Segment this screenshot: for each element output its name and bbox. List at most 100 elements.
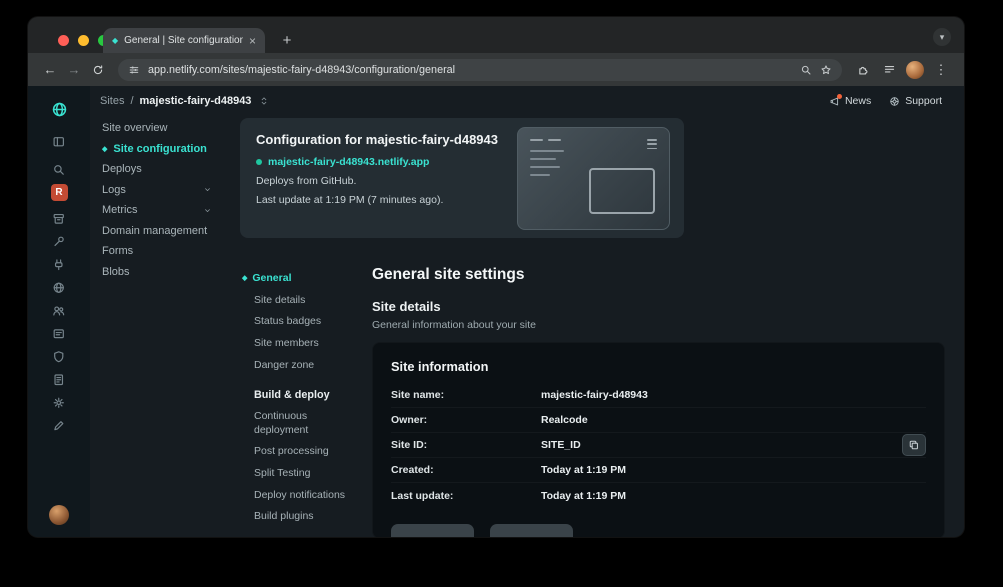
subnav-item-status-badges[interactable]: Status badges (240, 311, 368, 333)
search-icon[interactable] (52, 156, 66, 184)
subnav-item-site-details[interactable]: Site details (240, 290, 368, 312)
browser-toolbar: ← → app.netlify.com/sites/majestic-fairy… (28, 53, 964, 86)
forms-card-icon[interactable] (52, 326, 66, 341)
browser-tab[interactable]: ◆ General | Site configuration | × (103, 28, 265, 53)
rail-mid-group (52, 211, 66, 433)
domain-globe-icon[interactable] (52, 280, 66, 295)
team-badge[interactable]: R (50, 184, 68, 201)
illustration-menu-icon (647, 139, 657, 150)
sidebar-item-label: Logs (102, 183, 126, 196)
news-label: News (844, 95, 872, 107)
bookmark-star-icon[interactable] (820, 64, 832, 76)
zoom-icon[interactable] (800, 64, 812, 76)
sidebar-item-label: Site configuration (113, 142, 207, 155)
info-row-site-id: Site ID: SITE_ID (391, 433, 926, 458)
sidebar-item-label: Site overview (102, 122, 168, 135)
info-row-label: Last update: (391, 489, 454, 502)
breadcrumb-site-name[interactable]: majestic-fairy-d48943 (140, 95, 252, 107)
sidebar-item-domain-management[interactable]: Domain management (102, 221, 230, 242)
subnav-item-post-processing[interactable]: Post processing (240, 441, 368, 463)
info-row-last-update: Last update: Today at 1:19 PM (391, 483, 926, 508)
reload-button[interactable] (86, 64, 110, 76)
sidebar-item-site-configuration[interactable]: ◆ Site configuration (102, 139, 230, 160)
subnav-item-split-testing[interactable]: Split Testing (240, 463, 368, 485)
reading-list-icon[interactable] (876, 63, 902, 76)
user-avatar[interactable] (49, 505, 69, 525)
minimize-window-button[interactable] (78, 35, 89, 46)
sidebar-item-blobs[interactable]: Blobs (102, 262, 230, 283)
tab-title: General | Site configuration | (124, 35, 243, 46)
close-window-button[interactable] (58, 35, 69, 46)
cutoff-button[interactable] (391, 524, 474, 537)
browser-window: ◆ General | Site configuration | × + ▾ ←… (28, 17, 964, 537)
edit-pencil-icon[interactable] (52, 418, 66, 433)
audit-doc-icon[interactable] (52, 372, 66, 387)
url-text[interactable]: app.netlify.com/sites/majestic-fairy-d48… (148, 64, 792, 76)
info-row-value: majestic-fairy-d48943 (541, 389, 648, 401)
panels-icon[interactable] (52, 128, 66, 156)
subnav-item-general[interactable]: ◆ General (240, 268, 368, 290)
deploy-box-icon[interactable] (52, 211, 66, 226)
chevron-down-icon (203, 206, 212, 215)
sidebar-item-deploys[interactable]: Deploys (102, 159, 230, 180)
members-users-icon[interactable] (52, 303, 66, 318)
tab-close-icon[interactable]: × (249, 34, 256, 48)
settings-gear-icon[interactable] (52, 395, 66, 410)
back-button[interactable]: ← (38, 62, 62, 77)
copy-icon (908, 439, 920, 451)
chevron-down-icon (203, 185, 212, 194)
settings-layout: ◆ General Site details Status badges Site me… (240, 266, 945, 537)
site-url-text: majestic-fairy-d48943.netlify.app (268, 156, 430, 168)
new-tab-button[interactable]: + (278, 32, 296, 49)
subnav-item-deploy-notifications[interactable]: Deploy notifications (240, 485, 368, 507)
subnav-item-site-members[interactable]: Site members (240, 333, 368, 355)
tab-search-button[interactable]: ▾ (933, 28, 951, 46)
sidebar-item-label: Domain management (102, 224, 208, 237)
netlify-logo-icon[interactable] (51, 100, 68, 118)
subnav-item-continuous-deployment[interactable]: Continuous deployment (240, 406, 368, 441)
support-label: Support (905, 95, 942, 107)
breadcrumb-sites[interactable]: Sites (100, 95, 124, 107)
site-info-icon[interactable] (128, 64, 140, 76)
integration-plug-icon[interactable] (52, 257, 66, 272)
info-row-label: Created: (391, 464, 434, 476)
copy-site-id-button[interactable] (902, 434, 926, 456)
subnav-item-build-plugins[interactable]: Build plugins (240, 506, 368, 528)
site-switcher-icon[interactable] (259, 96, 269, 106)
build-wrench-icon[interactable] (52, 234, 66, 249)
netlify-favicon-icon: ◆ (112, 36, 119, 45)
lifebuoy-icon (889, 96, 900, 107)
breadcrumb-separator: / (130, 95, 134, 107)
subnav-item-danger-zone[interactable]: Danger zone (240, 355, 368, 377)
section-description: General information about your site (372, 319, 537, 331)
app-body: Site overview ◆ Site configuration Deploys L… (90, 116, 964, 537)
extensions-icon[interactable] (850, 63, 876, 76)
forward-button[interactable]: → (62, 62, 86, 77)
browser-menu-button[interactable]: ⋮ (928, 62, 954, 78)
content-area: Configuration for majestic-fairy-d48943 … (238, 116, 964, 537)
sidebar-item-metrics[interactable]: Metrics (102, 200, 230, 221)
active-diamond-icon: ◆ (102, 145, 108, 153)
info-row-site-name: Site name: majestic-fairy-d48943 (391, 383, 926, 408)
browser-profile-avatar[interactable] (906, 60, 924, 79)
info-row-value: Today at 1:19 PM (541, 489, 626, 502)
configuration-card: Configuration for majestic-fairy-d48943 … (240, 118, 684, 238)
info-row-value: SITE_ID (541, 439, 581, 451)
header-actions: News Support (829, 93, 942, 107)
sidebar-item-logs[interactable]: Logs (102, 180, 230, 201)
megaphone-icon (829, 93, 842, 107)
security-shield-icon[interactable] (52, 349, 66, 364)
cutoff-buttons (391, 524, 926, 537)
sidebar-item-label: Metrics (102, 204, 138, 217)
address-bar[interactable]: app.netlify.com/sites/majestic-fairy-d48… (118, 58, 842, 81)
info-row-value: Realcode (541, 414, 588, 426)
sidebar-item-site-overview[interactable]: Site overview (102, 118, 230, 139)
icon-rail: R (28, 86, 90, 537)
news-button[interactable]: News (829, 93, 872, 107)
subnav-header-environment-variables: Environment variables (240, 528, 368, 537)
cutoff-button[interactable] (490, 524, 573, 537)
page-title: General site settings (372, 266, 525, 283)
support-button[interactable]: Support (889, 95, 942, 107)
sidebar-item-forms[interactable]: Forms (102, 241, 230, 262)
app-main: Sites / majestic-fairy-d48943 News Suppo… (90, 86, 964, 537)
